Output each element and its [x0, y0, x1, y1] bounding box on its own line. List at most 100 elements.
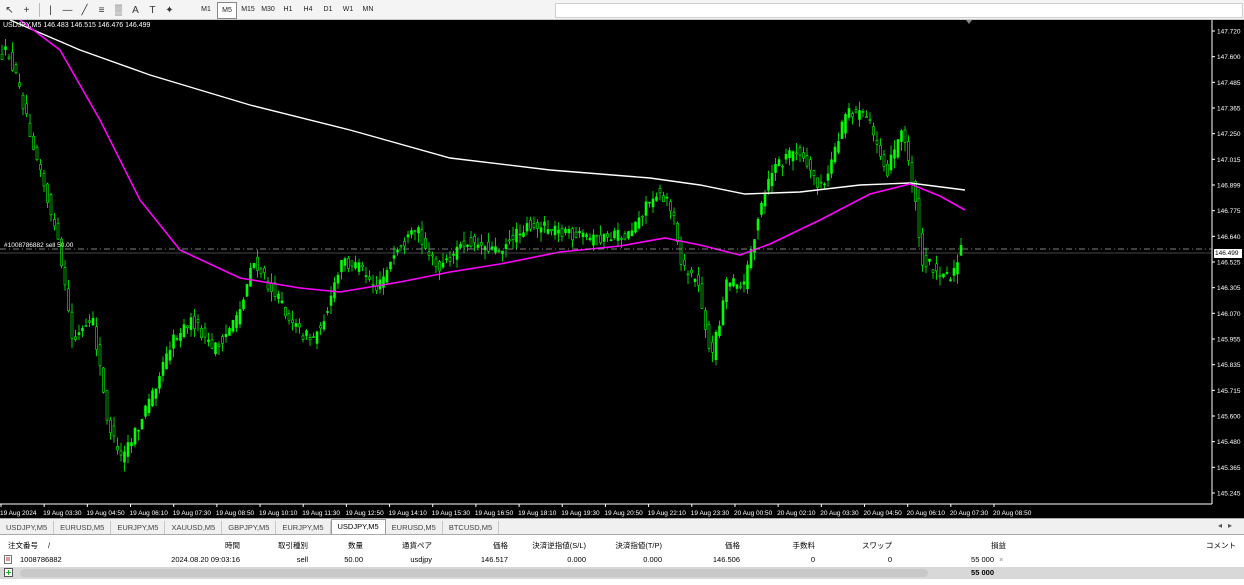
order-sl[interactable]: 0.000 [546, 553, 586, 566]
cursor-icon[interactable]: ↖ [2, 2, 17, 18]
tab-eurjpy-m5[interactable]: EURJPY,M5 [111, 521, 166, 534]
col-sl[interactable]: 決済逆指値(S/L) [506, 539, 586, 552]
tab-eurusd-m5[interactable]: EURUSD,M5 [54, 521, 112, 534]
candle-body [672, 211, 676, 216]
candle-body [851, 113, 854, 118]
timeframe-m5[interactable]: M5 [217, 2, 237, 19]
candle-body [420, 229, 424, 245]
terminal-scrollbar[interactable] [20, 569, 928, 577]
candle-body [357, 262, 361, 272]
tab-xauusd-m5[interactable]: XAUUSD,M5 [165, 521, 223, 534]
candle-body [347, 258, 350, 269]
candle-body [105, 390, 109, 421]
col-tp[interactable]: 決済指値(T/P) [582, 539, 662, 552]
candle-body [924, 254, 928, 268]
candle-body [175, 338, 179, 340]
candle-body [620, 238, 623, 240]
col-volume[interactable]: 数量 [323, 539, 363, 552]
tab-usdjpy-m5[interactable]: USDJPY,M5 [0, 521, 55, 534]
tab-eurjpy-m5-2[interactable]: EURJPY,M5 [276, 521, 331, 534]
horizontal-line-icon[interactable]: — [60, 2, 75, 18]
timeframe-h4[interactable]: H4 [299, 2, 317, 17]
shapes-icon[interactable]: ✦ [162, 2, 177, 18]
price-chart[interactable]: 147.720 147.600 147.485 147.365 147.250 147.0… [0, 20, 1244, 518]
candle-body [399, 245, 403, 248]
candle-body [424, 238, 427, 249]
col-commission[interactable]: 手数料 [775, 539, 816, 552]
candle-body [532, 223, 536, 228]
symbol-info: USDJPY,M5 146.483 146.515 146.476 146.49… [3, 22, 151, 29]
timeframe-h1[interactable]: H1 [279, 2, 297, 17]
col-price[interactable]: 価格 [468, 539, 508, 552]
timeframe-m15[interactable]: M15 [239, 2, 257, 17]
timeframe-d1[interactable]: D1 [319, 2, 337, 17]
candle-body [732, 278, 735, 287]
channel-icon[interactable]: ▒ [111, 2, 126, 18]
candle-body [91, 317, 95, 326]
candle-body [910, 162, 914, 184]
crosshair-icon[interactable]: + [19, 2, 34, 18]
candle-body [788, 150, 791, 159]
col-comment[interactable]: コメント [1196, 539, 1236, 552]
order-tp[interactable]: 0.000 [622, 553, 662, 566]
candle-body [630, 230, 634, 236]
col-current-price[interactable]: 価格 [700, 539, 740, 552]
candle-body [308, 337, 312, 341]
candle-body [4, 46, 7, 50]
fibonacci-icon[interactable]: ≡ [94, 2, 109, 18]
candle-body [214, 342, 217, 355]
candle-body [326, 311, 329, 313]
candle-body [557, 229, 560, 234]
col-order[interactable]: 注文番号 [8, 539, 38, 552]
chart-tabs: USDJPY,M5 EURUSD,M5 EURJPY,M5 XAUUSD,M5 … [0, 518, 1244, 534]
tab-usdjpy-m5-active[interactable]: USDJPY,M5 [330, 519, 386, 534]
candle-body [186, 325, 189, 329]
col-swap[interactable]: スワップ [832, 539, 892, 552]
candle-body [294, 323, 298, 327]
col-pair[interactable]: 通貨ペア [382, 539, 432, 552]
time-tick-label: 20 Aug 03:30 [820, 510, 859, 517]
text-icon[interactable]: A [128, 2, 143, 18]
candle-body [830, 159, 833, 174]
candle-body [515, 228, 518, 243]
vertical-line-icon[interactable]: | [43, 2, 58, 18]
candle-body [756, 218, 760, 231]
candle-body [298, 323, 301, 328]
candle-body [529, 220, 532, 230]
timeframe-mn[interactable]: MN [359, 2, 377, 17]
tab-btcusd-m5[interactable]: BTCUSD,M5 [443, 521, 500, 534]
chart-canvas[interactable]: 147.720 147.600 147.485 147.365 147.250 147.0… [0, 20, 1244, 518]
candle-body [210, 339, 214, 349]
price-tick-label: 146.640 [1217, 234, 1241, 241]
candle-body [686, 273, 690, 276]
timeframe-w1[interactable]: W1 [339, 2, 357, 17]
timeframe-m30[interactable]: M30 [259, 2, 277, 17]
tab-gbpjpy-m5[interactable]: GBPJPY,M5 [222, 521, 277, 534]
table-row[interactable]: 1008786882 2024.08.20 09:03:16 sell 50.0… [0, 553, 1244, 566]
price-tick-label: 145.955 [1217, 337, 1241, 344]
tab-eurusd-m5-2[interactable]: EURUSD,M5 [386, 521, 443, 534]
close-order-icon[interactable]: × [999, 553, 1003, 566]
order-id: 1008786882 [20, 555, 62, 564]
candle-body [392, 255, 396, 259]
timeframe-m1[interactable]: M1 [197, 2, 215, 17]
tab-scroll-arrows-icon[interactable]: ◂▸ [1218, 521, 1238, 530]
price-tick-label: 146.305 [1217, 285, 1241, 292]
candle-body [634, 221, 637, 233]
candle-body [707, 324, 711, 349]
candle-body [389, 261, 392, 270]
label-icon[interactable]: T [145, 2, 160, 18]
col-profit[interactable]: 損益 [966, 539, 1006, 552]
candle-body [567, 228, 571, 234]
candle-body [102, 367, 105, 393]
col-type[interactable]: 取引種別 [268, 539, 308, 552]
time-tick-label: 20 Aug 07:30 [950, 510, 989, 517]
candle-body [329, 295, 333, 306]
sort-icon[interactable]: / [48, 539, 50, 552]
trendline-icon[interactable]: ╱ [77, 2, 92, 18]
candle-body [658, 188, 662, 194]
col-time[interactable]: 時間 [200, 539, 240, 552]
candle-body [536, 222, 539, 229]
time-tick-label: 19 Aug 11:30 [302, 510, 340, 517]
toolbar-input-box[interactable] [555, 3, 1243, 18]
